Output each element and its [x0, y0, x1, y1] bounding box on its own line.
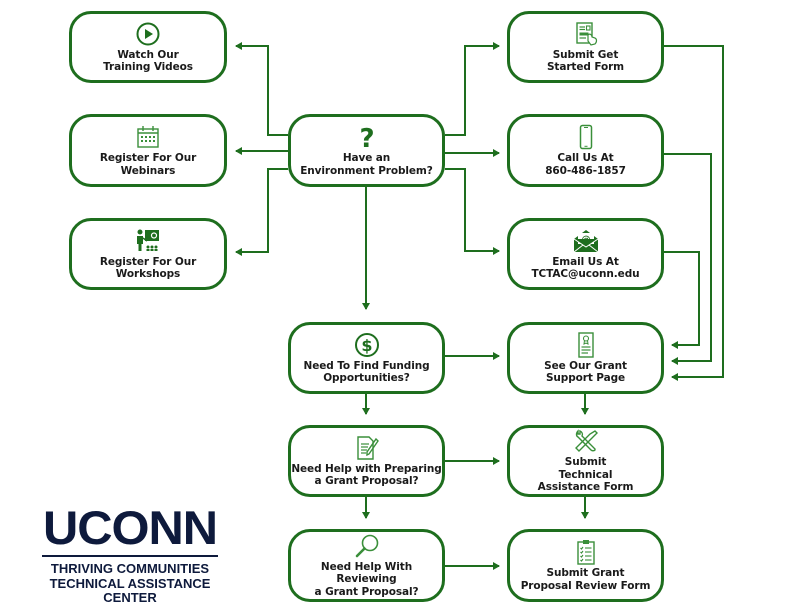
node-reviewing-proposal[interactable]: Need Help With Reviewing a Grant Proposa… [288, 529, 445, 602]
logo-brand: UCONN [42, 501, 218, 554]
node-label: Register For Our Workshops [99, 255, 197, 281]
node-label: Need Help With Reviewing a Grant Proposa… [314, 560, 419, 598]
node-label: See Our Grant Support Page [544, 359, 627, 385]
calendar-icon [137, 126, 159, 148]
edge-environment-to-email [445, 168, 500, 255]
uconn-tctac-logo: UCONN THRIVING COMMUNITIES TECHNICAL ASS… [40, 504, 220, 606]
node-environment-problem[interactable]: ? Have an Environment Problem? [288, 114, 445, 187]
phone-icon [579, 124, 592, 150]
node-label: Have an Environment Problem? [300, 152, 433, 177]
node-find-funding[interactable]: $ Need To Find Funding Opportunities? [288, 322, 445, 394]
node-preparing-proposal[interactable]: Need Help with Preparing a Grant Proposa… [288, 425, 445, 497]
document-pen-icon [356, 435, 379, 460]
node-label: Need To Find Funding Opportunities? [303, 359, 430, 385]
svg-text:?: ? [359, 124, 374, 150]
node-label: Submit Technical Assistance Form [537, 456, 634, 494]
edge-environment-to-get-started [445, 42, 500, 136]
node-label: Need Help with Preparing a Grant Proposa… [291, 462, 442, 488]
tools-icon [574, 429, 598, 453]
node-call-us[interactable]: Call Us At 860-486-1857 [507, 114, 664, 187]
node-label: Email Us At TCTAC@uconn.edu [531, 255, 640, 281]
edge-call-to-grant-support [664, 153, 712, 365]
edge-get-started-to-grant-support [664, 45, 724, 381]
edge-email-to-grant-support [664, 251, 700, 349]
logo-divider [42, 555, 218, 557]
node-submit-technical-assistance-form[interactable]: Submit Technical Assistance Form [507, 425, 664, 497]
logo-subtitle: THRIVING COMMUNITIES TECHNICAL ASSISTANC… [49, 561, 211, 605]
node-label: Call Us At 860-486-1857 [545, 152, 626, 177]
node-label: Submit Get Started Form [546, 48, 625, 74]
form-click-icon [575, 21, 597, 46]
node-watch-training-videos[interactable]: Watch Our Training Videos [69, 11, 227, 83]
clipboard-checklist-icon [576, 540, 595, 565]
edge-environment-to-workshops [235, 168, 288, 256]
node-label: Register For Our Webinars [99, 152, 197, 177]
svg-text:$: $ [361, 336, 372, 355]
dollar-circle-icon: $ [354, 332, 379, 357]
node-email-us[interactable]: @ Email Us At TCTAC@uconn.edu [507, 218, 664, 290]
node-label: Watch Our Training Videos [103, 48, 193, 74]
presenter-icon [137, 229, 159, 251]
edge-environment-to-videos [235, 42, 288, 136]
magnifier-icon [355, 534, 378, 558]
node-submit-get-started-form[interactable]: Submit Get Started Form [507, 11, 664, 83]
node-label: Submit Grant Proposal Review Form [520, 567, 651, 592]
node-register-workshops[interactable]: Register For Our Workshops [69, 218, 227, 290]
certificate-icon [577, 331, 594, 358]
node-grant-support-page[interactable]: See Our Grant Support Page [507, 322, 664, 394]
question-mark-icon: ? [359, 124, 374, 150]
envelope-at-icon: @ [573, 229, 598, 252]
play-circle-icon [136, 22, 160, 45]
node-submit-proposal-review-form[interactable]: Submit Grant Proposal Review Form [507, 529, 664, 602]
node-register-webinars[interactable]: Register For Our Webinars [69, 114, 227, 187]
